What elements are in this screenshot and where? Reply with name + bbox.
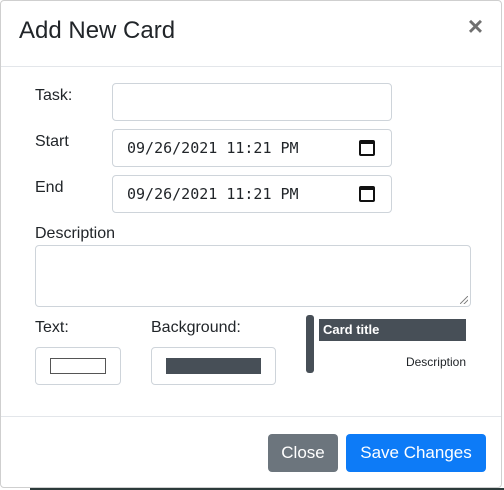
task-label: Task:: [35, 87, 73, 104]
description-textarea[interactable]: [35, 245, 471, 307]
background-color-swatch: [166, 358, 261, 374]
modal-title: Add New Card: [19, 17, 176, 44]
background-color-label: Background:: [151, 319, 241, 336]
description-label: Description: [35, 225, 116, 242]
card-preview-accent: [306, 315, 314, 373]
start-label: Start: [35, 133, 69, 150]
close-icon[interactable]: ×: [468, 11, 483, 42]
end-datetime-value: 09/26/2021 11:21 PM: [127, 185, 299, 203]
resize-handle-icon[interactable]: [460, 296, 468, 304]
text-color-swatch: [50, 358, 106, 374]
card-preview-description: Description: [405, 355, 466, 369]
modal-footer: Close Save Changes: [1, 416, 501, 489]
text-color-label: Text:: [35, 319, 69, 336]
end-datetime-input[interactable]: 09/26/2021 11:21 PM: [112, 175, 392, 213]
start-datetime-value: 09/26/2021 11:21 PM: [127, 139, 299, 157]
card-preview-title: Card title: [319, 319, 466, 341]
calendar-icon[interactable]: [359, 140, 375, 156]
card-preview: Card title Description: [306, 315, 470, 373]
calendar-icon[interactable]: [359, 186, 375, 202]
start-datetime-input[interactable]: 09/26/2021 11:21 PM: [112, 129, 392, 167]
background-color-picker[interactable]: [151, 347, 276, 385]
end-label: End: [35, 179, 64, 196]
task-input[interactable]: [112, 83, 392, 121]
modal-header: Add New Card ×: [1, 1, 501, 67]
close-button[interactable]: Close: [268, 434, 338, 472]
add-card-modal: Add New Card × Task: Start 09/26/2021 11…: [0, 0, 502, 488]
save-changes-button[interactable]: Save Changes: [346, 434, 486, 472]
text-color-picker[interactable]: [35, 347, 121, 385]
